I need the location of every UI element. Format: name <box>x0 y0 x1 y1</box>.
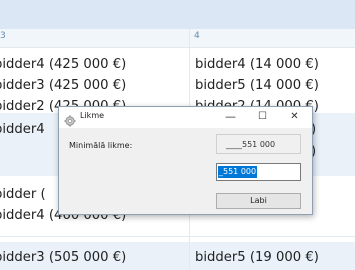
table-header: 3 4 <box>0 29 355 48</box>
table-cell[interactable]: bidder4 <box>0 121 45 139</box>
min-bid-label: Minimālā likme: <box>69 141 133 150</box>
dialog-titlebar[interactable]: Likme — ☐ ✕ <box>59 107 312 128</box>
column-header-3[interactable]: 3 <box>0 31 6 41</box>
dialog-title: Likme <box>80 111 105 120</box>
row-divider <box>0 236 355 237</box>
bid-dialog: Likme — ☐ ✕ Minimālā likme: ____551 000 … <box>58 106 313 215</box>
app-window: 3 4 bidder4 (425 000 €) bidder4 (14 000 … <box>0 0 355 270</box>
bid-amount-selected-text[interactable]: _551 000 <box>218 166 258 178</box>
table-cell[interactable]: bidder4 (425 000 €) <box>0 56 126 74</box>
table-cell[interactable]: bidder5 (19 000 €) <box>195 249 319 267</box>
column-header-4[interactable]: 4 <box>194 31 200 41</box>
min-bid-value: ____551 000 <box>226 140 276 149</box>
bid-amount-input[interactable]: _551 000 <box>216 163 301 181</box>
maximize-button[interactable]: ☐ <box>247 107 278 128</box>
table-cell[interactable]: bidder4 (14 000 €) <box>195 56 319 74</box>
table-cell[interactable]: bidder ( <box>0 186 46 204</box>
app-gear-icon <box>64 112 76 127</box>
minimize-button[interactable]: — <box>215 107 246 128</box>
table-cell[interactable]: bidder3 (425 000 €) <box>0 77 126 95</box>
ok-button[interactable]: Labi <box>216 193 301 209</box>
close-button[interactable]: ✕ <box>279 107 310 128</box>
table-cell[interactable]: bidder5 (14 000 €) <box>195 77 319 95</box>
table-cell[interactable]: bidder3 (505 000 €) <box>0 249 126 267</box>
table-top-bar <box>0 0 355 29</box>
min-bid-value-field: ____551 000 <box>216 134 301 154</box>
